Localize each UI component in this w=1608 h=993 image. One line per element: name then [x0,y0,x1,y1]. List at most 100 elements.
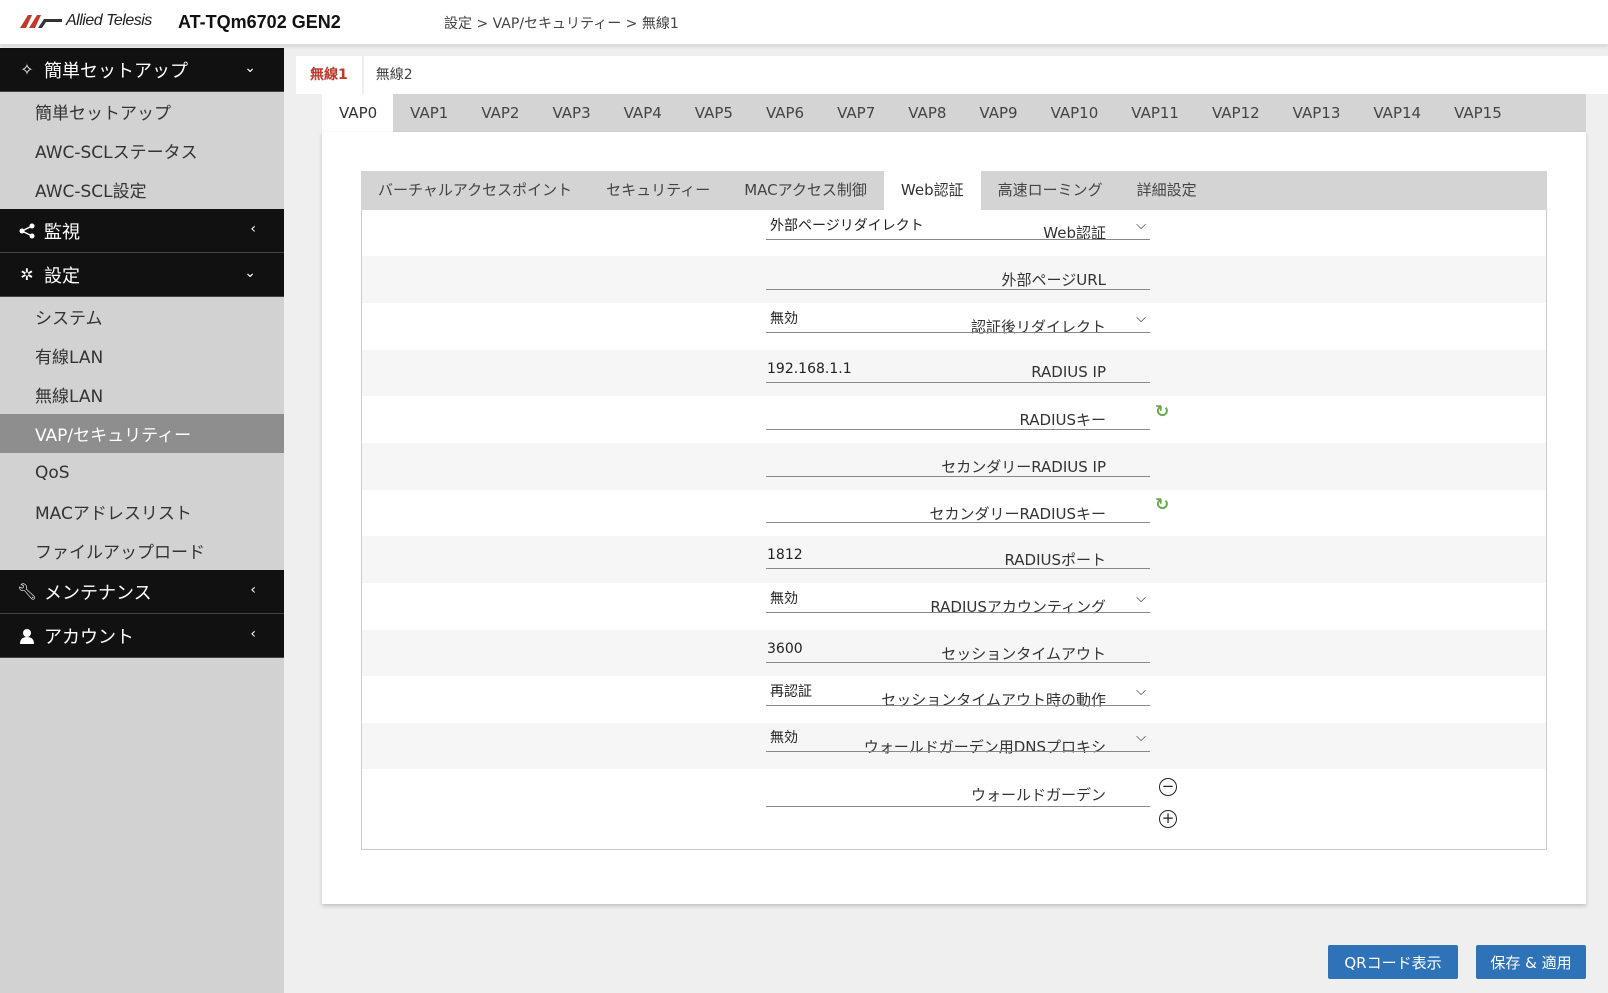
timeout-action-value: 再認証 [770,684,812,700]
chevron-down-icon: ⌵ [1136,311,1146,326]
tab-web-auth[interactable]: Web認証 [883,171,981,210]
tab-vap10[interactable]: VAP10 [1034,94,1115,132]
row-session-timeout: セッションタイムアウト 3600 [362,630,1546,676]
row-walled-garden-dns: ウォールドガーデン用DNSプロキシ 無効 ⌵ [362,723,1546,769]
tab-vap0[interactable]: VAP0 [322,94,394,132]
tab-vap9[interactable]: VAP9 [962,94,1033,132]
row-radius-port: RADIUSポート 1812 [362,536,1546,583]
tab-advanced[interactable]: 詳細設定 [1120,171,1214,210]
sidebar-item-file-upload[interactable]: ファイルアップロード [0,531,284,570]
tab-vap1[interactable]: VAP1 [393,94,464,132]
brand-logo: Allied Telesis [20,12,152,30]
chevron-left-icon: ‹ [250,221,256,237]
sidebar-section-account[interactable]: アカウント ‹ [0,614,284,658]
tab-security[interactable]: セキュリティー [589,171,727,210]
sidebar-item-awc-scl-settings[interactable]: AWC-SCL設定 [0,170,284,209]
session-timeout-input[interactable]: 3600 [766,637,1150,663]
tab-mac-access-control[interactable]: MACアクセス制御 [727,171,884,210]
tab-vap11[interactable]: VAP11 [1114,94,1195,132]
row-radius-key: RADIUSキー ↻ [362,396,1546,443]
timeout-action-select[interactable]: 再認証 ⌵ [766,680,1150,706]
sidebar-section-monitor[interactable]: 監視 ‹ [0,209,284,253]
tab-vap12[interactable]: VAP12 [1195,94,1276,132]
logo-text: Allied Telesis [66,12,152,29]
post-auth-redirect-value: 無効 [770,311,798,327]
product-name: AT-TQm6702 GEN2 [178,12,341,32]
refresh-icon[interactable]: ↻ [1155,495,1169,515]
row-post-auth-redirect: 認証後リダイレクト 無効 ⌵ [362,303,1546,350]
allied-telesis-logo-icon [20,13,62,29]
tab-vap3[interactable]: VAP3 [535,94,606,132]
minus-circle-icon[interactable]: − [1159,778,1177,796]
chevron-down-icon: ⌵ [1136,591,1146,606]
sidebar-item-wired-lan[interactable]: 有線LAN [0,336,284,375]
radius-port-input[interactable]: 1812 [766,543,1150,569]
row-secondary-radius-ip: セカンダリーRADIUS IP [362,443,1546,490]
radius-key-input[interactable] [766,404,1150,430]
external-url-input[interactable] [766,264,1150,290]
tab-vap8[interactable]: VAP8 [891,94,962,132]
secondary-radius-key-input[interactable] [766,497,1150,523]
radio-tab-strip [364,56,1608,94]
sidebar-item-wireless-lan[interactable]: 無線LAN [0,375,284,414]
sidebar-section-maintenance[interactable]: 🔧︎ メンテナンス ‹ [0,570,284,614]
gear-icon: ✲ [20,265,34,284]
sidebar-section-label: 簡単セットアップ [44,60,188,82]
sidebar-section-settings[interactable]: ✲ 設定 ⌄ [0,253,284,297]
radius-accounting-select[interactable]: 無効 ⌵ [766,587,1150,613]
web-auth-select[interactable]: 外部ページリダイレクト ⌵ [766,214,1150,240]
vap-tabs: VAP0 VAP1 VAP2 VAP3 VAP4 VAP5 VAP6 VAP7 … [322,94,1586,132]
tab-vap5[interactable]: VAP5 [678,94,749,132]
sidebar-section-label: アカウント [44,626,134,648]
plus-circle-icon[interactable]: + [1159,810,1177,828]
row-timeout-action: セッションタイムアウト時の動作 再認証 ⌵ [362,676,1546,723]
sidebar-section-label: 監視 [44,221,80,243]
web-auth-form: Web認証 外部ページリダイレクト ⌵ 外部ページURL 認証後リダイレクト 無… [361,210,1547,850]
sidebar-item-qos[interactable]: QoS [0,453,284,492]
top-header: Allied Telesis AT-TQm6702 GEN2 設定 > VAP/… [0,0,1608,45]
sidebar-section-label: 設定 [44,265,80,287]
tab-fast-roaming[interactable]: 高速ローミング [981,171,1120,210]
chevron-down-icon: ⌵ [1136,730,1146,745]
share-icon [16,223,38,239]
walled-garden-input[interactable] [766,781,1150,807]
tab-vap4[interactable]: VAP4 [607,94,678,132]
chevron-down-icon: ⌵ [1136,684,1146,699]
chevron-down-icon: ⌄ [244,265,256,281]
row-external-url: 外部ページURL [362,256,1546,303]
row-walled-garden: ウォールドガーデン − + [362,769,1546,849]
walled-garden-dns-value: 無効 [770,730,798,746]
user-icon [16,628,38,644]
sidebar-item-awc-scl-status[interactable]: AWC-SCLステータス [0,131,284,170]
sidebar-section-easy-setup[interactable]: ✧ 簡単セットアップ ⌄ [0,48,284,92]
radius-accounting-value: 無効 [770,591,798,607]
tab-vap6[interactable]: VAP6 [749,94,820,132]
sidebar: ✧ 簡単セットアップ ⌄ 簡単セットアップ AWC-SCLステータス AWC-S… [0,48,284,993]
sidebar-item-system[interactable]: システム [0,297,284,336]
sidebar-item-mac-address-list[interactable]: MACアドレスリスト [0,492,284,531]
row-web-auth: Web認証 外部ページリダイレクト ⌵ [362,210,1546,256]
tab-vap15[interactable]: VAP15 [1437,94,1518,132]
qr-code-button[interactable]: QRコード表示 [1328,945,1458,979]
radius-ip-input[interactable]: 192.168.1.1 [766,357,1150,383]
row-secondary-radius-key: セカンダリーRADIUSキー ↻ [362,490,1546,536]
save-apply-button[interactable]: 保存 & 適用 [1476,945,1586,979]
post-auth-redirect-select[interactable]: 無効 ⌵ [766,307,1150,333]
refresh-icon[interactable]: ↻ [1155,402,1169,422]
sidebar-item-vap-security[interactable]: VAP/セキュリティー [0,414,284,453]
web-auth-value: 外部ページリダイレクト [770,218,924,234]
sidebar-item-easy-setup[interactable]: 簡単セットアップ [0,92,284,131]
tab-vap13[interactable]: VAP13 [1276,94,1357,132]
tab-vap7[interactable]: VAP7 [820,94,891,132]
tab-radio2[interactable]: 無線2 [362,56,427,94]
chevron-down-icon: ⌄ [244,60,256,76]
secondary-radius-ip-input[interactable] [766,451,1150,477]
chevron-down-icon: ⌵ [1136,218,1146,233]
tab-vap14[interactable]: VAP14 [1356,94,1437,132]
sidebar-section-label: メンテナンス [44,582,152,604]
tab-vap2[interactable]: VAP2 [464,94,535,132]
tab-virtual-ap[interactable]: バーチャルアクセスポイント [361,171,589,210]
walled-garden-dns-select[interactable]: 無効 ⌵ [766,726,1150,752]
row-radius-ip: RADIUS IP 192.168.1.1 [362,350,1546,396]
tab-radio1[interactable]: 無線1 [296,56,362,94]
